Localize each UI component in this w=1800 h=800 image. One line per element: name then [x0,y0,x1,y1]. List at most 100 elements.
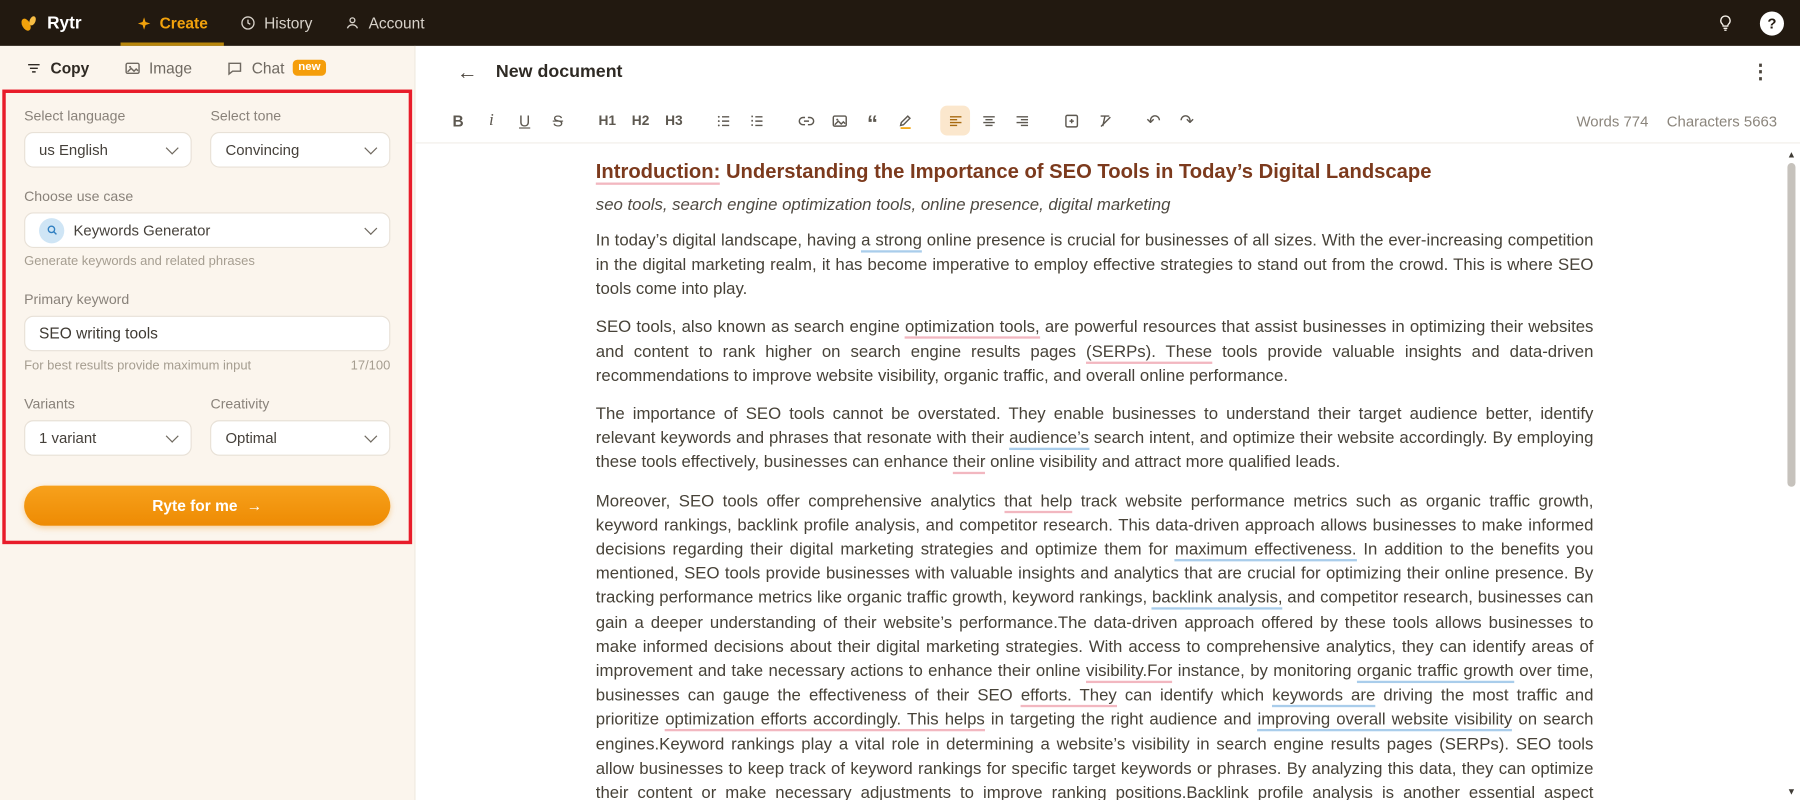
bullet-list-icon [715,112,732,129]
usecase-value: Keywords Generator [73,222,210,239]
nav-label: Create [160,14,208,31]
chevron-down-icon [364,429,377,442]
clear-format-icon [1096,112,1113,129]
document-editor-surface[interactable]: Introduction: Understanding the Importan… [416,144,1800,800]
sparkle-icon [137,15,152,30]
align-center-icon [980,112,997,129]
usecase-select[interactable]: Keywords Generator [24,212,390,248]
tab-label: Copy [51,59,90,76]
align-left-button[interactable] [940,106,970,136]
usecase-hint: Generate keywords and related phrases [24,255,390,269]
underline-button[interactable]: U [510,106,540,136]
image-icon [124,59,141,76]
character-count: Characters 5663 [1667,112,1777,129]
tab-copy[interactable]: Copy [25,59,89,76]
align-left-icon [947,112,964,129]
chevron-down-icon [166,141,179,154]
tone-label: Select tone [211,108,391,124]
plagiarism-check-button[interactable] [1056,106,1086,136]
sidebar-tabs: Copy Image Chat new [0,46,414,90]
document-title: New document [496,62,623,83]
image-icon [831,112,848,129]
scroll-down-arrow[interactable]: ▼ [1784,784,1799,798]
creativity-select[interactable]: Optimal [211,420,391,456]
nav-item-account[interactable]: Account [328,0,440,46]
usecase-label: Choose use case [24,188,390,204]
link-icon [797,112,814,129]
primary-keyword-input[interactable] [24,316,390,352]
chevron-down-icon [364,141,377,154]
language-label: Select language [24,108,192,124]
language-select[interactable]: us English [24,132,192,168]
brand[interactable]: Rytr [18,13,81,34]
bullet-list-button[interactable] [708,106,738,136]
cta-label: Ryte for me [152,497,237,514]
nav-label: History [264,14,312,31]
ryte-for-me-button[interactable]: Ryte for me → [24,486,390,526]
align-right-button[interactable] [1007,106,1037,136]
tab-chat[interactable]: Chat new [226,59,326,76]
creativity-label: Creativity [211,396,391,412]
bold-button[interactable]: B [443,106,473,136]
sidebar: Copy Image Chat new [0,46,416,800]
link-button[interactable] [791,106,821,136]
editor-toolbar: B i U S H1 H2 H3 [416,99,1800,144]
blockquote-button[interactable]: “ [858,101,888,140]
variants-label: Variants [24,396,192,412]
align-right-icon [1013,112,1030,129]
top-navbar: Rytr Create History Account [0,0,1800,46]
insert-image-button[interactable] [824,106,854,136]
italic-button[interactable]: i [476,106,506,136]
undo-button[interactable]: ↶ [1139,106,1169,136]
tab-image[interactable]: Image [124,59,192,76]
navbar-right: ? [1712,9,1784,37]
highlighter-pen-icon [897,112,914,129]
doc-paragraph: In today’s digital landscape, having a s… [596,229,1594,302]
question-mark-icon: ? [1767,14,1776,31]
help-button[interactable]: ? [1760,11,1784,35]
app: Rytr Create History Account [0,0,1800,800]
strikethrough-button[interactable]: S [543,106,573,136]
check-box-icon [1062,112,1079,129]
align-center-button[interactable] [974,106,1004,136]
tone-value: Convincing [225,141,299,158]
tone-select[interactable]: Convincing [211,132,391,168]
doc-stats: Words 774 Characters 5663 [1576,112,1777,129]
clock-icon [240,15,256,31]
keyword-label: Primary keyword [24,292,390,308]
doc-heading: Introduction: Understanding the Importan… [596,158,1594,185]
text-highlight-button[interactable] [891,106,921,136]
language-value: us English [39,141,108,158]
editor-panel: ← New document ⋮ B i U S H1 H2 H3 [416,46,1800,800]
doc-paragraph: Moreover, SEO tools offer comprehensive … [596,490,1594,800]
theme-toggle-button[interactable] [1712,9,1740,37]
doc-paragraph: SEO tools, also known as search engine o… [596,316,1594,389]
generator-form-annotated: Select language us English Select tone C… [2,90,412,545]
lightbulb-icon [1716,14,1734,32]
nav-item-create[interactable]: Create [121,0,224,46]
more-options-button[interactable]: ⋮ [1746,61,1775,84]
doc-paragraphs: In today’s digital landscape, having a s… [596,229,1594,800]
tab-label: Chat [252,59,285,76]
scroll-up-arrow[interactable]: ▲ [1784,147,1799,161]
chevron-down-icon [166,429,179,442]
creativity-value: Optimal [225,429,276,446]
word-count: Words 774 [1576,112,1648,129]
doc-keywords-line: seo tools, search engine optimization to… [596,196,1594,214]
heading2-button[interactable]: H2 [626,106,656,136]
scrollbar-thumb[interactable] [1787,163,1795,487]
tab-label: Image [149,59,192,76]
brand-name: Rytr [47,13,81,33]
variants-select[interactable]: 1 variant [24,420,192,456]
ordered-list-icon [748,112,765,129]
doc-paragraph: The importance of SEO tools cannot be ov… [596,403,1594,476]
chevron-down-icon [364,221,377,234]
nav-item-history[interactable]: History [224,0,328,46]
redo-button[interactable]: ↷ [1172,106,1202,136]
heading1-button[interactable]: H1 [592,106,622,136]
clear-format-button[interactable] [1089,106,1119,136]
ordered-list-button[interactable] [742,106,772,136]
heading3-button[interactable]: H3 [659,106,689,136]
variants-value: 1 variant [39,429,96,446]
back-button[interactable]: ← [457,60,478,84]
